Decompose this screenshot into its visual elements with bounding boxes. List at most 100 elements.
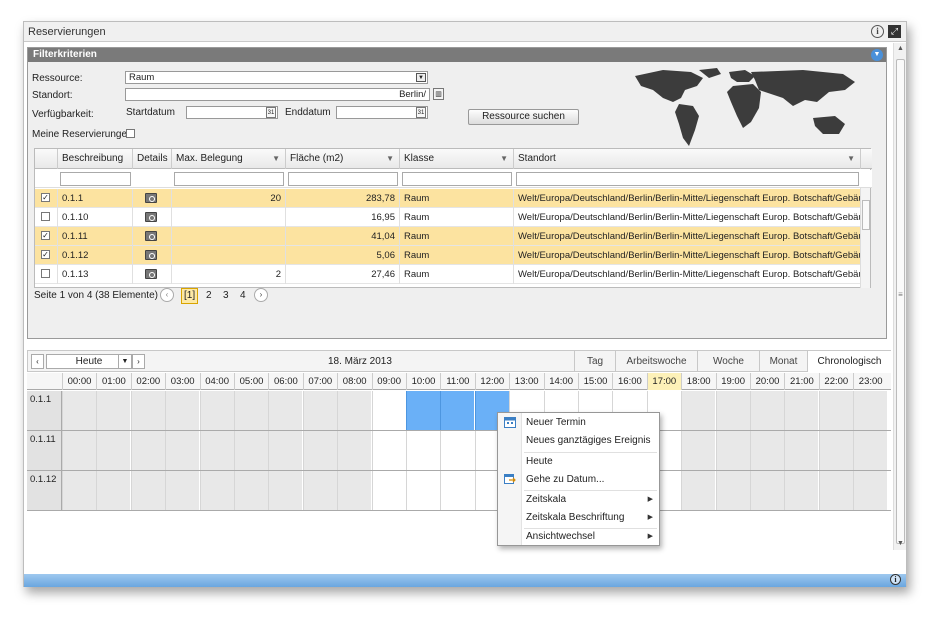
- time-slot[interactable]: [818, 391, 853, 430]
- details-icon[interactable]: [145, 193, 157, 203]
- ressource-select[interactable]: Raum ▼: [125, 71, 428, 84]
- tab-arbeitswoche[interactable]: Arbeitswoche: [615, 351, 697, 372]
- time-slot[interactable]: [302, 431, 337, 470]
- table-row[interactable]: ✓ 0.1.1 20 283,78 Raum Welt/Europa/Deutschlan…: [35, 189, 862, 208]
- time-slot[interactable]: [681, 431, 716, 470]
- time-slot[interactable]: [715, 431, 750, 470]
- time-slot[interactable]: [784, 391, 819, 430]
- menu-item-heute[interactable]: Heute: [498, 453, 659, 471]
- time-slot[interactable]: [440, 431, 475, 470]
- menu-item-gehe-zu-datum[interactable]: Gehe zu Datum...: [498, 471, 659, 489]
- filter-icon[interactable]: ▼: [272, 149, 280, 169]
- time-slot[interactable]: [199, 471, 234, 510]
- time-slot[interactable]: [818, 471, 853, 510]
- enddatum-input[interactable]: 31: [336, 106, 428, 119]
- row-checkbox[interactable]: ✓: [41, 250, 50, 259]
- menu-item-ganztaegig[interactable]: Neues ganztägiges Ereignis: [498, 432, 659, 450]
- time-slot[interactable]: [96, 431, 131, 470]
- filter-input-klasse[interactable]: [402, 172, 512, 186]
- grid-header-flaeche[interactable]: Fläche (m2) ▼: [286, 149, 400, 169]
- table-row[interactable]: ✓ 0.1.12 5,06 Raum Welt/Europa/Deutschland/B…: [35, 246, 862, 265]
- time-slot[interactable]: [371, 471, 406, 510]
- time-slot[interactable]: [371, 431, 406, 470]
- page-4[interactable]: 4: [240, 290, 246, 301]
- tab-tag[interactable]: Tag: [574, 351, 615, 372]
- grid-scrollbar[interactable]: [860, 188, 870, 288]
- time-slot[interactable]: [234, 391, 268, 430]
- row-checkbox[interactable]: [41, 269, 50, 278]
- time-slot[interactable]: [96, 391, 131, 430]
- prev-page-icon[interactable]: ‹: [160, 288, 174, 302]
- scroll-up-icon[interactable]: ▲: [894, 43, 907, 55]
- time-slot[interactable]: [406, 391, 440, 430]
- time-slot[interactable]: [234, 431, 268, 470]
- time-slot[interactable]: [853, 431, 888, 470]
- time-slot[interactable]: [165, 471, 200, 510]
- time-slot[interactable]: [337, 471, 372, 510]
- grid-header-klasse[interactable]: Klasse ▼: [400, 149, 514, 169]
- time-slot[interactable]: [681, 391, 716, 430]
- grid-header-details[interactable]: Details: [133, 149, 172, 169]
- page-current[interactable]: [1]: [181, 288, 199, 304]
- date-picker-icon[interactable]: 31: [416, 107, 426, 118]
- time-slot[interactable]: [302, 391, 337, 430]
- meine-reservierungen-checkbox[interactable]: [126, 129, 135, 138]
- details-icon[interactable]: [145, 269, 157, 279]
- ressource-suchen-button[interactable]: Ressource suchen: [468, 109, 579, 125]
- scroll-thumb[interactable]: [862, 200, 870, 230]
- filter-input-max-belegung[interactable]: [174, 172, 284, 186]
- today-dropdown[interactable]: Heute ▼: [46, 354, 132, 369]
- scroll-thumb[interactable]: [896, 59, 905, 544]
- menu-item-ansichtwechsel[interactable]: Ansichtwechsel ▶: [498, 528, 659, 546]
- building-icon[interactable]: ▥: [433, 88, 444, 100]
- row-checkbox[interactable]: [41, 212, 50, 221]
- grid-header-select[interactable]: [35, 149, 58, 169]
- time-slot[interactable]: [199, 391, 234, 430]
- time-slot[interactable]: [96, 471, 131, 510]
- time-slot[interactable]: [62, 471, 96, 510]
- time-slot[interactable]: [406, 431, 440, 470]
- time-slot[interactable]: [165, 391, 200, 430]
- row-checkbox[interactable]: ✓: [41, 193, 50, 202]
- time-slot[interactable]: [337, 431, 372, 470]
- prev-icon[interactable]: ‹: [31, 354, 44, 369]
- time-slot[interactable]: [715, 471, 750, 510]
- time-slot[interactable]: [302, 471, 337, 510]
- maximize-icon[interactable]: ⤢: [888, 25, 901, 38]
- time-slot[interactable]: [750, 391, 784, 430]
- time-slot[interactable]: [165, 431, 200, 470]
- grid-header-beschreibung[interactable]: Beschreibung: [58, 149, 133, 169]
- filter-icon[interactable]: ▼: [500, 149, 508, 169]
- tab-chronologisch[interactable]: Chronologisch: [807, 351, 891, 372]
- tab-monat[interactable]: Monat: [759, 351, 807, 372]
- filter-panel-header[interactable]: Filterkriterien ▼: [28, 48, 886, 62]
- time-slot[interactable]: [440, 471, 475, 510]
- window-scrollbar[interactable]: ▲ ≡ ▼: [893, 43, 906, 550]
- grid-header-standort[interactable]: Standort ▼: [514, 149, 861, 169]
- table-row[interactable]: 0.1.10 16,95 Raum Welt/Europa/Deutschland/B…: [35, 208, 862, 227]
- details-icon[interactable]: [145, 212, 157, 222]
- collapse-icon[interactable]: ▼: [871, 49, 883, 61]
- time-slot[interactable]: [853, 471, 888, 510]
- time-slot[interactable]: [784, 471, 819, 510]
- filter-input-beschreibung[interactable]: [60, 172, 131, 186]
- time-slot[interactable]: [268, 471, 303, 510]
- chevron-down-icon[interactable]: ▼: [118, 355, 131, 368]
- time-slot[interactable]: [130, 431, 165, 470]
- time-slot[interactable]: [268, 431, 303, 470]
- time-slot[interactable]: [818, 431, 853, 470]
- filter-icon[interactable]: ▼: [386, 149, 394, 169]
- time-slot[interactable]: [371, 391, 406, 430]
- row-checkbox[interactable]: ✓: [41, 231, 50, 240]
- time-slot[interactable]: [853, 391, 888, 430]
- time-slot[interactable]: [234, 471, 268, 510]
- time-slot[interactable]: [62, 391, 96, 430]
- startdatum-input[interactable]: 31: [186, 106, 278, 119]
- page-3[interactable]: 3: [223, 290, 229, 301]
- chevron-down-icon[interactable]: ▼: [416, 73, 426, 82]
- scroll-down-icon[interactable]: ▼: [894, 538, 907, 550]
- time-slot[interactable]: [62, 431, 96, 470]
- date-picker-icon[interactable]: 31: [266, 107, 276, 118]
- grid-header-max-belegung[interactable]: Max. Belegung ▼: [172, 149, 286, 169]
- filter-input-standort[interactable]: [516, 172, 859, 186]
